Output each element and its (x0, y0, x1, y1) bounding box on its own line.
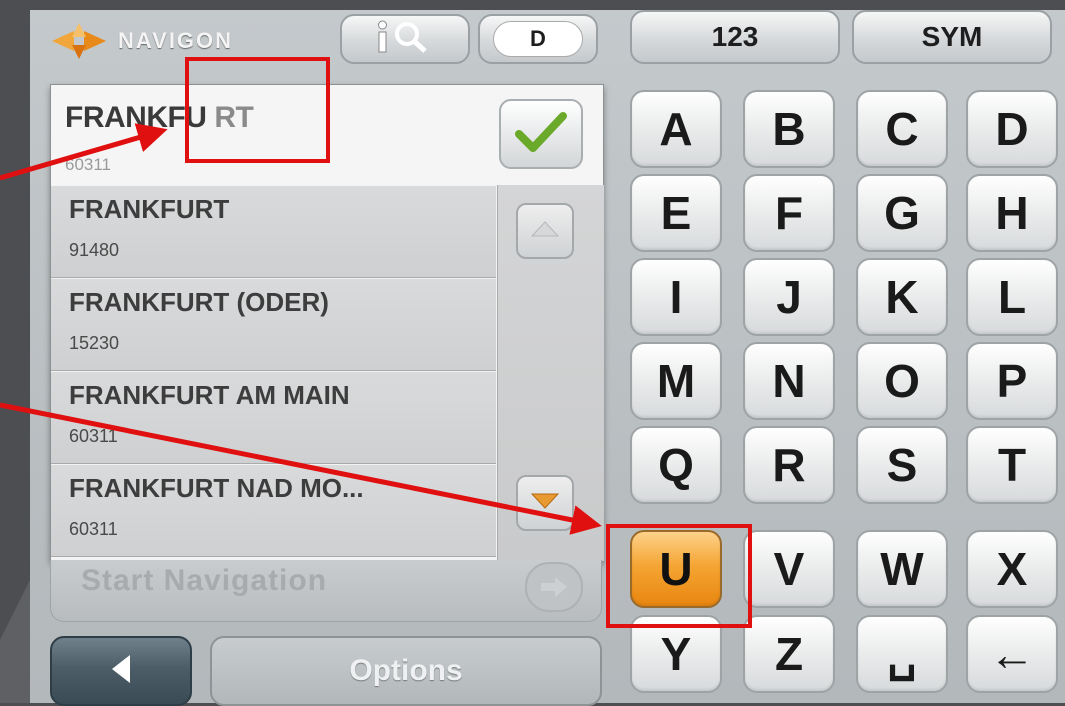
list-item[interactable]: FRANKFURT 91480 (51, 185, 496, 278)
symbols-mode-button[interactable]: SYM (852, 10, 1052, 64)
key-l[interactable]: L (966, 258, 1058, 336)
key-d[interactable]: D (966, 90, 1058, 168)
key-z[interactable]: Z (743, 615, 835, 693)
key-a[interactable]: A (630, 90, 722, 168)
list-item[interactable]: FRANKFURT (ODER) 15230 (51, 278, 496, 371)
key-u[interactable]: U (630, 530, 722, 608)
key-e[interactable]: E (630, 174, 722, 252)
navigon-logo: NAVIGON (52, 18, 322, 64)
confirm-button[interactable] (499, 99, 583, 169)
key-c[interactable]: C (856, 90, 948, 168)
navigon-logo-text: NAVIGON (118, 28, 234, 53)
key-h[interactable]: H (966, 174, 1058, 252)
info-search-icon (375, 20, 435, 59)
key-j[interactable]: J (743, 258, 835, 336)
entry-text: FRANKFU RT (65, 101, 254, 135)
key-f[interactable]: F (743, 174, 835, 252)
language-label: D (493, 21, 583, 57)
start-navigation-label: Start Navigation (81, 564, 328, 597)
space-key[interactable]: ␣ (856, 615, 948, 693)
result-postal-code: 15230 (69, 333, 120, 353)
key-x[interactable]: X (966, 530, 1058, 608)
entry-autocomplete-suggestion: RT (206, 101, 254, 134)
entry-typed-text: FRANKFU (65, 101, 207, 134)
list-item[interactable]: FRANKFURT AM MAIN 60311 (51, 371, 496, 464)
city-entry-field[interactable]: FRANKFU RT 60311 (51, 85, 603, 185)
key-w[interactable]: W (856, 530, 948, 608)
result-name: FRANKFURT NAD MO... (69, 473, 364, 503)
result-name: FRANKFURT (ODER) (69, 287, 329, 317)
checkmark-icon (515, 110, 567, 159)
result-name: FRANKFURT (69, 194, 230, 224)
key-k[interactable]: K (856, 258, 948, 336)
backspace-key[interactable]: ← (966, 615, 1058, 693)
result-name: FRANKFURT AM MAIN (69, 380, 350, 410)
back-arrow-icon (108, 653, 134, 690)
result-postal-code: 60311 (69, 426, 118, 446)
triangle-up-icon (530, 220, 560, 243)
key-q[interactable]: Q (630, 426, 722, 504)
list-item[interactable]: FRANKFURT NAD MO... 60311 (51, 464, 496, 557)
numeric-mode-button[interactable]: 123 (630, 10, 840, 64)
entry-postal-code: 60311 (65, 155, 112, 174)
key-v[interactable]: V (743, 530, 835, 608)
key-s[interactable]: S (856, 426, 948, 504)
key-g[interactable]: G (856, 174, 948, 252)
key-t[interactable]: T (966, 426, 1058, 504)
key-o[interactable]: O (856, 342, 948, 420)
arrow-right-icon (525, 562, 583, 612)
info-search-button[interactable] (340, 14, 470, 64)
results-list: FRANKFURT 91480 FRANKFURT (ODER) 15230 F… (51, 185, 496, 557)
key-r[interactable]: R (743, 426, 835, 504)
list-scrollbar[interactable] (497, 185, 604, 561)
address-list-panel: FRANKFU RT 60311 FRANKFURT 91480 FRANKFU… (50, 84, 604, 562)
result-postal-code: 60311 (69, 519, 118, 539)
back-button[interactable] (50, 636, 192, 706)
key-i[interactable]: I (630, 258, 722, 336)
key-y[interactable]: Y (630, 615, 722, 693)
options-button[interactable]: Options (210, 636, 602, 706)
navigon-logo-icon (52, 23, 106, 59)
key-n[interactable]: N (743, 342, 835, 420)
result-postal-code: 91480 (69, 240, 120, 260)
triangle-down-icon (530, 492, 560, 515)
scroll-down-button[interactable] (516, 475, 574, 531)
key-m[interactable]: M (630, 342, 722, 420)
start-navigation-button[interactable]: Start Navigation (50, 560, 602, 622)
key-b[interactable]: B (743, 90, 835, 168)
language-button[interactable]: D (478, 14, 598, 64)
key-p[interactable]: P (966, 342, 1058, 420)
scroll-up-button[interactable] (516, 203, 574, 259)
